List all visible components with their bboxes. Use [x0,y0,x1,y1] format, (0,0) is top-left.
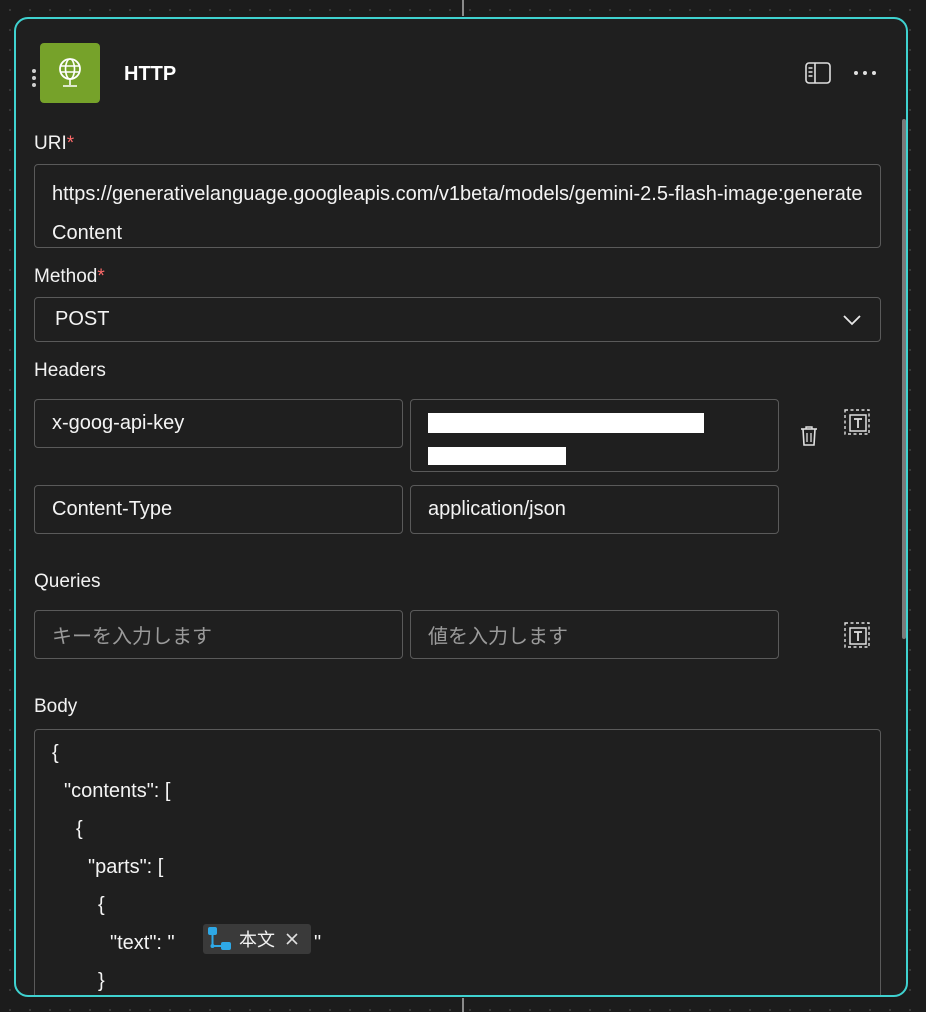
query-value-input[interactable]: 値を入力します [410,610,779,659]
code-line: } [98,970,105,992]
dynamic-content-token[interactable]: 本文 [203,924,311,954]
code-line: { [76,818,83,840]
header-key-input[interactable]: Content-Type [34,485,403,534]
globe-icon [40,43,100,103]
ellipsis-icon[interactable] [851,59,879,87]
http-action-card[interactable]: HTTP URI* https://generativelanguage.goo… [14,17,908,997]
text-mode-icon[interactable] [842,620,872,650]
redaction-bar [428,447,566,465]
scrollbar[interactable] [902,119,906,639]
method-select[interactable]: POST [34,297,881,342]
panel-icon[interactable] [804,59,832,87]
body-label: Body [34,696,78,717]
header-key-input[interactable]: x-goog-api-key [34,399,403,448]
code-line: "parts": [ [88,856,164,878]
action-title: HTTP [124,63,177,85]
close-icon[interactable] [285,932,299,946]
code-line: { [52,742,59,764]
method-label: Method* [34,266,105,287]
token-label: 本文 [239,930,275,950]
headers-label: Headers [34,360,106,381]
incoming-connector [460,0,466,16]
code-line: "contents": [ [64,780,171,802]
trash-icon[interactable] [794,421,824,451]
query-key-input[interactable]: キーを入力します [34,610,403,659]
body-editor[interactable]: { "contents": [ { "parts": [ { "text": "… [34,729,881,995]
outgoing-connector [460,998,466,1012]
uri-input[interactable]: https://generativelanguage.googleapis.co… [34,164,881,248]
redaction-bar [428,413,704,433]
method-value: POST [55,308,110,330]
dynamic-content-icon [208,927,231,950]
chevron-down-icon [843,314,861,325]
header-value-input[interactable]: application/json [410,485,779,534]
drag-handle[interactable] [32,69,36,87]
uri-label: URI* [34,133,75,154]
code-line: " [314,932,322,954]
queries-label: Queries [34,571,101,592]
code-line: { [98,894,105,916]
text-mode-icon[interactable] [842,407,872,437]
code-line: "text": " [110,932,175,954]
